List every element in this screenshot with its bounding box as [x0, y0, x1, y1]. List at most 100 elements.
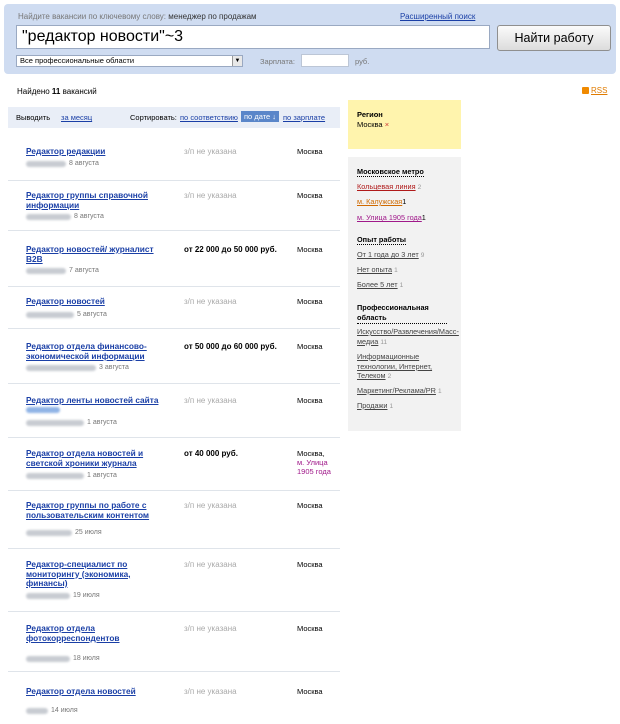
- job-meta: 14 июля: [26, 707, 78, 714]
- rss-label: RSS: [591, 86, 608, 95]
- employer-name-blurred[interactable]: [26, 655, 70, 662]
- employer-name-blurred[interactable]: [26, 419, 84, 426]
- metro-filter-item[interactable]: Кольцевая линия 2: [357, 182, 459, 193]
- area-filter-item[interactable]: Маркетинг/Реклама/PR 1: [357, 386, 459, 397]
- job-title-link[interactable]: Редактор отдела новостей: [26, 686, 171, 697]
- region-box: Регион Москва ×: [348, 100, 461, 149]
- job-salary: з/п не указана: [184, 501, 237, 510]
- job-location: Москва: [297, 297, 323, 306]
- job-date: 1 августа: [87, 472, 117, 479]
- results-count-suffix: вакансий: [62, 87, 97, 96]
- experience-filter-item[interactable]: Более 5 лет 1: [357, 280, 459, 291]
- search-input[interactable]: "редактор новости"~3: [16, 25, 490, 49]
- job-title-link[interactable]: Редактор ленты новостей сайта: [26, 395, 171, 406]
- experience-filter-label[interactable]: Нет опыта: [357, 265, 392, 274]
- job-date: 25 июля: [75, 529, 102, 536]
- remove-region-icon[interactable]: ×: [385, 120, 389, 129]
- metro-filter-label[interactable]: Кольцевая линия: [357, 182, 416, 191]
- job-meta: 8 августа: [26, 213, 104, 220]
- job-location: Москва: [297, 191, 323, 200]
- job-title-link[interactable]: Редактор группы по работе с пользователь…: [26, 500, 171, 520]
- area-filter-item[interactable]: Информационные технологии, Интернет, Тел…: [357, 352, 459, 382]
- metro-filter-label[interactable]: м. Калужская: [357, 197, 402, 206]
- job-meta: 1 августа: [26, 472, 117, 479]
- metro-filter-label[interactable]: м. Улица 1905 года: [357, 213, 422, 222]
- area-filter-label[interactable]: Искусство/Развлечения/Масс-медиа: [357, 327, 459, 346]
- experience-filter-label[interactable]: От 1 года до 3 лет: [357, 250, 419, 259]
- sort-bar: Выводить за месяц Сортировать: по соотве…: [8, 107, 340, 128]
- metro-filter-count: 1: [402, 197, 407, 206]
- job-location: Москва: [297, 560, 323, 569]
- area-filter-label[interactable]: Продажи: [357, 401, 387, 410]
- employer-name-blurred[interactable]: [26, 707, 48, 714]
- metro-filter-heading: Московское метро: [357, 167, 424, 177]
- job-salary: з/п не указана: [184, 396, 237, 405]
- job-row: Редактор отдела новостей и светской хрон…: [8, 448, 340, 491]
- find-job-button[interactable]: Найти работу: [497, 25, 611, 51]
- job-metro-station: м. Улица 1905 года: [297, 458, 331, 476]
- employer-name-blurred[interactable]: [26, 472, 84, 479]
- metro-filter-item[interactable]: м. Улица 1905 года1: [357, 213, 459, 223]
- search-hint-example[interactable]: менеджер по продажам: [168, 12, 256, 21]
- region-name: Москва: [357, 120, 383, 129]
- job-date: 7 августа: [69, 267, 99, 274]
- results-count-number: 11: [51, 87, 61, 96]
- job-salary: от 50 000 до 60 000 руб.: [184, 342, 277, 351]
- results-count-prefix: Найдено: [17, 87, 50, 96]
- salary-input[interactable]: [301, 54, 349, 67]
- search-hint-prefix: Найдите вакансии по ключевому слову:: [18, 12, 167, 21]
- employer-site-blurred[interactable]: [26, 407, 60, 413]
- employer-name-blurred[interactable]: [26, 364, 96, 371]
- job-date: 1 августа: [87, 419, 117, 426]
- experience-filter-label[interactable]: Более 5 лет: [357, 280, 398, 289]
- area-filter-count: 1: [389, 403, 394, 410]
- job-salary: з/п не указана: [184, 147, 237, 156]
- professional-area-value: Все профессиональные области: [20, 56, 135, 65]
- job-title-link[interactable]: Редактор отдела новостей и светской хрон…: [26, 448, 171, 468]
- job-title-link[interactable]: Редактор отдела фотокорреспондентов: [26, 623, 171, 643]
- salary-unit: руб.: [355, 57, 370, 66]
- advanced-search-link[interactable]: Расширенный поиск: [400, 12, 475, 21]
- job-date: 19 июля: [73, 592, 100, 599]
- job-meta: 3 августа: [26, 364, 129, 371]
- rss-link[interactable]: RSS: [582, 86, 607, 95]
- job-title-link[interactable]: Редактор-специалист по мониторингу (экон…: [26, 559, 171, 589]
- job-title-link[interactable]: Редактор новостей/ журналист B2B: [26, 244, 171, 264]
- experience-filter-heading: Опыт работы: [357, 235, 407, 245]
- job-salary: от 22 000 до 50 000 руб.: [184, 245, 277, 254]
- job-location: Москва: [297, 501, 323, 510]
- job-date: 18 июля: [73, 655, 100, 662]
- job-row: Редактор отдела фотокорреспондентов 18 и…: [8, 623, 340, 672]
- employer-name-blurred[interactable]: [26, 160, 66, 167]
- employer-name-blurred[interactable]: [26, 311, 74, 318]
- experience-filter-item[interactable]: Нет опыта 1: [357, 265, 459, 276]
- experience-filter-item[interactable]: От 1 года до 3 лет 9: [357, 250, 459, 261]
- metro-filter-item[interactable]: м. Калужская1: [357, 197, 459, 207]
- area-filter-label[interactable]: Маркетинг/Реклама/PR: [357, 386, 436, 395]
- job-salary: з/п не указана: [184, 624, 237, 633]
- chevron-down-icon[interactable]: ▼: [232, 56, 242, 66]
- area-filter-item[interactable]: Продажи 1: [357, 401, 459, 412]
- employer-name-blurred[interactable]: [26, 267, 66, 274]
- sort-by-date[interactable]: по дате ↓: [241, 111, 280, 122]
- professional-area-select[interactable]: Все профессиональные области ▼: [16, 55, 243, 67]
- job-title-link[interactable]: Редактор отдела финансово-экономической …: [26, 341, 171, 361]
- area-filter-item[interactable]: Искусство/Развлечения/Масс-медиа 11: [357, 327, 459, 347]
- metro-filter-count: 1: [421, 213, 426, 222]
- job-row: Редактор редакции 8 августа з/п не указа…: [8, 146, 340, 181]
- job-salary: з/п не указана: [184, 191, 237, 200]
- sort-by-relevance[interactable]: по соответствию: [180, 113, 238, 122]
- job-meta: 1 августа: [26, 419, 117, 426]
- job-title-link[interactable]: Редактор новостей: [26, 296, 171, 307]
- job-date: 14 июля: [51, 707, 78, 714]
- employer-name-blurred[interactable]: [26, 529, 72, 536]
- job-row: Редактор новостей/ журналист B2B 7 авгус…: [8, 244, 340, 287]
- sort-by-salary[interactable]: по зарплате: [283, 113, 325, 122]
- area-filter-label[interactable]: Информационные технологии, Интернет, Тел…: [357, 352, 432, 380]
- period-dropdown[interactable]: за месяц: [61, 113, 92, 122]
- employer-name-blurred[interactable]: [26, 592, 70, 599]
- search-panel: Найдите вакансии по ключевому слову: мен…: [4, 4, 616, 74]
- job-title-link[interactable]: Редактор группы справочной информации: [26, 190, 171, 210]
- job-title-link[interactable]: Редактор редакции: [26, 146, 171, 157]
- employer-name-blurred[interactable]: [26, 213, 71, 220]
